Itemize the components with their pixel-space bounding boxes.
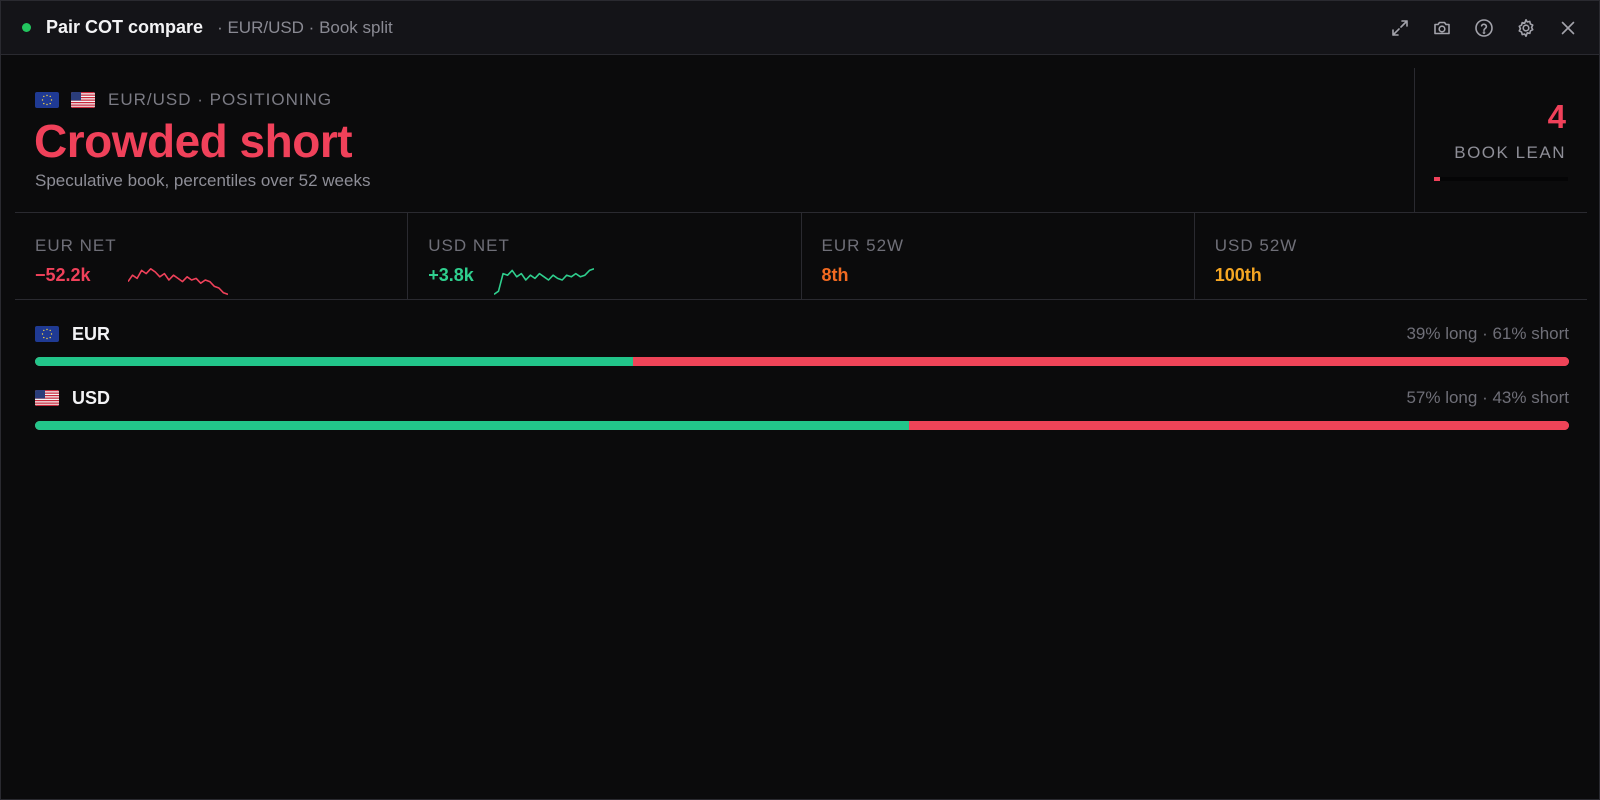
book-row-eur: EUR 39% long · 61% short [35, 321, 1569, 366]
help-button[interactable] [1463, 1, 1505, 54]
stat-value: 100th [1214, 265, 1262, 285]
window-toolbar [1379, 1, 1589, 54]
book-lean-fill [1434, 177, 1440, 181]
long-segment [35, 357, 634, 366]
stat-value: −52.2k [35, 265, 91, 285]
book-split-text: 39% long · 61% short [1406, 324, 1569, 343]
eu-flag-icon [35, 326, 59, 342]
book-lean-label: BOOK LEAN [1454, 143, 1566, 162]
stat-value: +3.8k [428, 265, 474, 285]
eur-net-sparkline [128, 268, 228, 296]
stat-eur-52w: EUR 52W 8th [802, 213, 1195, 299]
sparkline-path [494, 268, 595, 296]
eu-flag-icon [35, 92, 59, 108]
book-split-bar [35, 421, 1569, 430]
window-subtitle: · EUR/USD · Book split [217, 17, 393, 37]
stat-label: EUR 52W [821, 236, 905, 255]
help-icon [1475, 18, 1493, 37]
stat-usd-52w: USD 52W 100th [1195, 213, 1587, 299]
book-code: USD [72, 387, 111, 408]
pair-label: EUR/USD · POSITIONING [108, 90, 333, 109]
positioning-headline: Crowded short [34, 115, 353, 167]
settings-button[interactable] [1505, 1, 1547, 54]
us-flag-icon [35, 390, 59, 406]
gear-icon [1518, 18, 1534, 37]
positioning-header: EUR/USD · POSITIONING Crowded short Spec… [15, 68, 1415, 212]
stat-label: USD 52W [1214, 236, 1298, 255]
us-flag-icon [71, 92, 95, 108]
window-title: Pair COT compare [46, 17, 204, 37]
close-button[interactable] [1547, 1, 1589, 54]
sparkline-path [128, 268, 228, 296]
camera-icon [1434, 21, 1450, 34]
pair-line: EUR/USD · POSITIONING [35, 90, 332, 110]
close-icon [1561, 21, 1575, 34]
book-split-bar [35, 357, 1569, 366]
short-segment [633, 357, 1569, 366]
expand-icon [1392, 19, 1408, 36]
long-segment [35, 421, 910, 430]
stat-label: USD NET [428, 236, 510, 255]
lean-divider [1414, 68, 1415, 212]
book-code: EUR [72, 323, 111, 344]
book-lean-value: 4 [1547, 98, 1566, 135]
stats-strip: EUR NET −52.2k USD NET +3.8k EUR 52W 8th… [15, 212, 1587, 300]
stat-value: 8th [821, 265, 849, 285]
usd-net-sparkline [494, 268, 595, 296]
positioning-subline: Speculative book, percentiles over 52 we… [35, 171, 371, 190]
status-dot [22, 23, 31, 32]
book-row-usd: USD 57% long · 43% short [35, 385, 1569, 430]
pair-cot-compare-window: Pair COT compare · EUR/USD · Book split [0, 0, 1600, 800]
short-segment [909, 421, 1569, 430]
stat-usd-net: USD NET +3.8k [408, 213, 802, 299]
book-split-text: 57% long · 43% short [1406, 388, 1569, 407]
expand-button[interactable] [1379, 1, 1421, 54]
screenshot-button[interactable] [1421, 1, 1463, 54]
title-bar: Pair COT compare · EUR/USD · Book split [1, 1, 1599, 55]
stat-label: EUR NET [35, 236, 117, 255]
stat-eur-net: EUR NET −52.2k [15, 213, 409, 299]
book-lean-meter [1434, 177, 1568, 181]
